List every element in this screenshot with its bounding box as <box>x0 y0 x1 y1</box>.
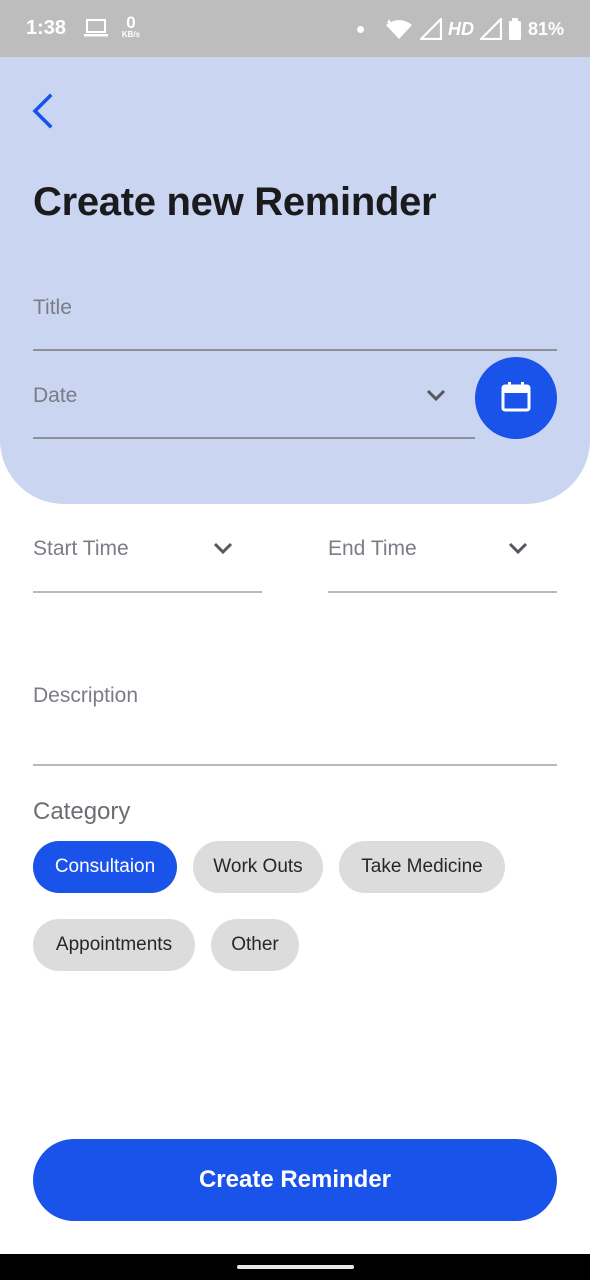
network-speed: 0 KB/s <box>118 14 144 39</box>
category-chip-take-medicine[interactable]: Take Medicine <box>339 841 505 893</box>
calendar-button[interactable] <box>475 357 557 439</box>
category-chip-appointments[interactable]: Appointments <box>33 919 195 971</box>
chevron-down-icon[interactable] <box>505 535 531 561</box>
date-underline <box>33 437 475 439</box>
notification-dot-icon <box>356 25 364 33</box>
category-chip-other[interactable]: Other <box>211 919 299 971</box>
start-time-placeholder: Start Time <box>33 537 129 560</box>
category-chip-workouts[interactable]: Work Outs <box>193 841 323 893</box>
description-placeholder: Description <box>33 684 139 707</box>
create-reminder-button[interactable]: Create Reminder <box>33 1139 557 1221</box>
chevron-down-icon[interactable] <box>423 382 449 408</box>
back-button[interactable] <box>28 92 60 132</box>
signal-icon <box>479 18 502 40</box>
laptop-icon <box>84 19 108 37</box>
chevron-left-icon <box>32 93 53 129</box>
chevron-down-icon[interactable] <box>210 535 236 561</box>
end-time-placeholder: End Time <box>328 537 417 560</box>
page-title: Create new Reminder <box>33 180 437 224</box>
wifi-icon <box>385 19 412 39</box>
category-label: Category <box>33 798 131 825</box>
title-underline <box>33 349 557 351</box>
date-placeholder: Date <box>33 384 78 407</box>
status-bar: 1:38 0 KB/s HD 81% <box>0 0 590 57</box>
start-time-underline <box>33 591 262 593</box>
title-placeholder: Title <box>33 296 72 319</box>
signal-icon <box>419 18 442 40</box>
network-type-label: HD <box>447 18 474 39</box>
status-icons: HD 81% <box>356 15 564 43</box>
description-underline <box>33 764 557 766</box>
system-nav-bar <box>0 1254 590 1280</box>
battery-percentage: 81% <box>527 18 564 39</box>
network-speed-value: 0 <box>126 13 136 32</box>
status-time: 1:38 <box>26 17 67 39</box>
calendar-icon <box>501 382 531 412</box>
category-chip-consultation[interactable]: Consultaion <box>33 841 177 893</box>
home-indicator[interactable] <box>237 1265 354 1269</box>
end-time-underline <box>328 591 557 593</box>
network-speed-unit: KB/s <box>121 30 141 39</box>
battery-icon <box>508 18 521 40</box>
